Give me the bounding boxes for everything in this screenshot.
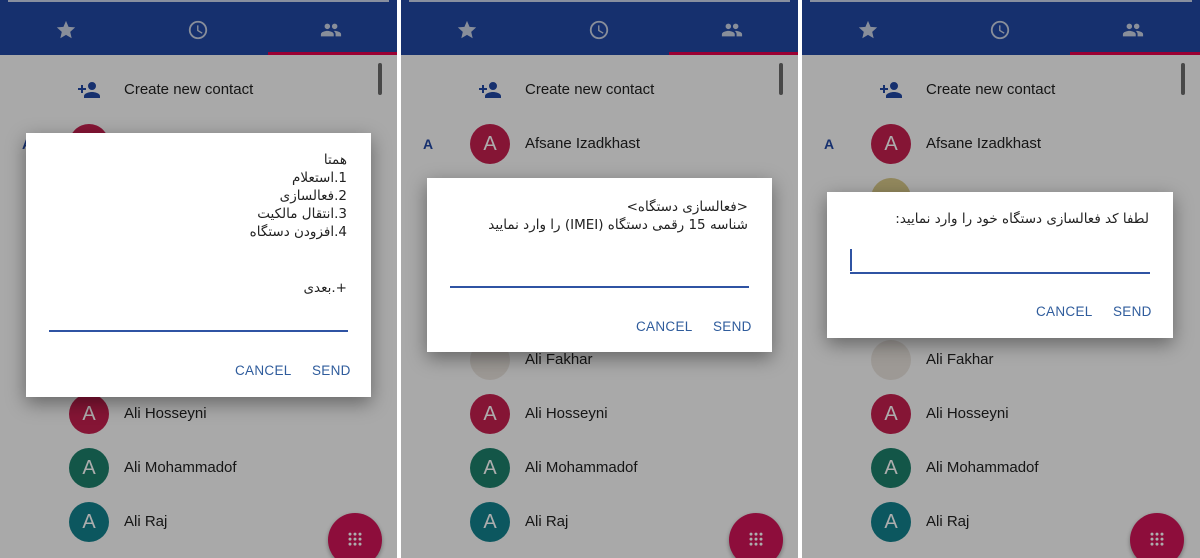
ussd-dialog: همتا 1.استعلام 2.فعالسازی 3.انتقال مالکی… (26, 133, 371, 397)
dialog-message: همتا 1.استعلام 2.فعالسازی 3.انتقال مالکی… (249, 152, 347, 240)
imei-input[interactable] (450, 286, 749, 288)
text-cursor (850, 249, 852, 271)
dialog-message: لطفا کد فعالسازی دستگاه خود را وارد نمای… (895, 211, 1149, 227)
cancel-button[interactable]: CANCEL (636, 319, 693, 334)
screen-panel-1: Create new contact A A Afsane Izadkhast … (0, 0, 397, 558)
screen-panel-3: Create new contact A A Afsane Izadkhast … (802, 0, 1200, 558)
cancel-button[interactable]: CANCEL (1036, 304, 1093, 319)
response-input[interactable] (49, 330, 348, 332)
dialog-message: <فعالسازی دستگاه> شناسه 15 رقمی دستگاه (… (488, 199, 748, 233)
send-button[interactable]: SEND (1113, 304, 1152, 319)
send-button[interactable]: SEND (312, 363, 351, 378)
send-button[interactable]: SEND (713, 319, 752, 334)
activation-code-input[interactable] (850, 272, 1150, 274)
dialog-next-option: +.بعدی (303, 280, 347, 296)
ussd-dialog: <فعالسازی دستگاه> شناسه 15 رقمی دستگاه (… (427, 178, 772, 352)
screen-panel-2: Create new contact A A Afsane Izadkhast … (401, 0, 798, 558)
ussd-dialog: لطفا کد فعالسازی دستگاه خود را وارد نمای… (827, 192, 1173, 338)
cancel-button[interactable]: CANCEL (235, 363, 292, 378)
